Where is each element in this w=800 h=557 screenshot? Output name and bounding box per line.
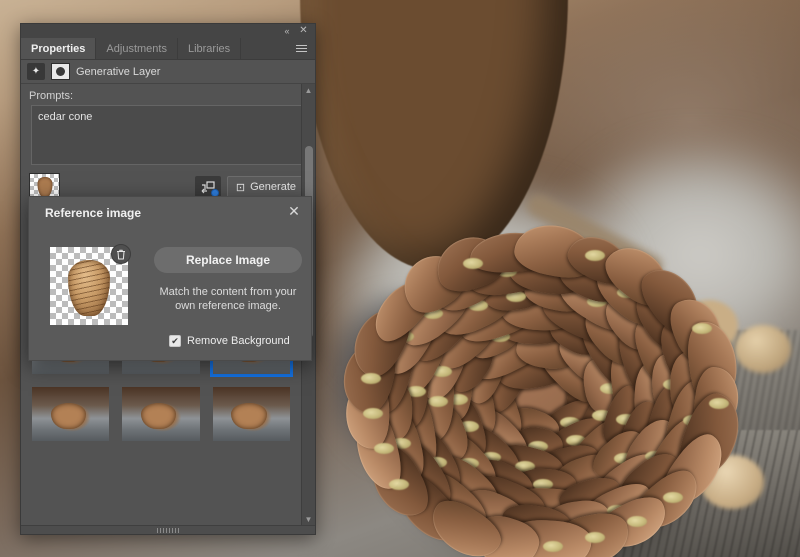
result-thumbnail-image <box>32 387 110 441</box>
pine-cone-resin <box>362 408 383 420</box>
layer-info-row: ✦ Generative Layer <box>21 60 315 84</box>
generate-label: Generate <box>250 181 296 193</box>
panel-resize-grip[interactable] <box>21 525 315 534</box>
result-thumbnail[interactable] <box>29 384 112 444</box>
result-thumbnail[interactable] <box>210 384 293 444</box>
prompt-input[interactable]: cedar cone <box>31 105 305 165</box>
dialog-close-icon[interactable]: ✕ <box>285 202 303 220</box>
pine-cone-resin <box>584 532 605 544</box>
pine-cone-resin <box>662 491 683 503</box>
layer-name-label: Generative Layer <box>76 65 161 78</box>
pine-cone-resin <box>360 372 381 384</box>
generate-button[interactable]: ⊡ Generate <box>226 176 307 198</box>
grip-icon <box>157 527 179 533</box>
remove-background-checkbox-row[interactable]: ✔ Remove Background <box>169 335 290 347</box>
pine-cone-resin <box>373 442 394 454</box>
pine-cone-resin <box>389 478 410 490</box>
app-screen: « ✕ Properties Adjustments Libraries ✦ G… <box>0 0 800 557</box>
pine-cone-resin <box>428 395 449 407</box>
panel-tabs: Properties Adjustments Libraries <box>21 38 315 60</box>
pine-cone-subject <box>336 219 752 557</box>
tab-properties[interactable]: Properties <box>21 38 97 59</box>
tabs-spacer <box>241 38 291 59</box>
reference-image-dialog: Reference image ✕ Replace Image Match th… <box>28 196 312 361</box>
close-icon[interactable]: ✕ <box>297 25 310 37</box>
generate-icon: ⊡ <box>235 181 246 194</box>
reference-thumbnail-content <box>37 177 52 197</box>
pine-cone-resin <box>692 322 713 334</box>
reference-image-button[interactable] <box>194 176 221 198</box>
panel-menu-icon[interactable] <box>291 38 311 59</box>
tab-libraries[interactable]: Libraries <box>178 38 242 59</box>
dialog-title: Reference image <box>45 206 142 220</box>
pine-cone-resin <box>462 257 483 269</box>
dialog-description: Match the content from your own referenc… <box>159 286 297 312</box>
pine-cone-resin <box>542 540 563 552</box>
generative-layer-icon: ✦ <box>27 63 45 80</box>
layer-mask-thumbnail[interactable] <box>51 63 70 80</box>
reference-preview-content <box>68 259 110 316</box>
scroll-down-icon[interactable]: ▼ <box>302 513 315 525</box>
tab-adjustments[interactable]: Adjustments <box>96 38 178 59</box>
collapse-icon[interactable]: « <box>280 25 293 37</box>
scroll-up-icon[interactable]: ▲ <box>302 84 315 96</box>
prompts-label: Prompts: <box>29 90 74 102</box>
delete-reference-icon[interactable] <box>111 244 131 264</box>
replace-image-button[interactable]: Replace Image <box>154 247 302 273</box>
pine-cone-resin <box>708 397 729 409</box>
result-thumbnail-image <box>212 387 290 441</box>
remove-background-checkbox[interactable]: ✔ <box>169 335 181 347</box>
remove-background-label: Remove Background <box>187 335 290 347</box>
panel-titlebar: « ✕ <box>21 24 315 38</box>
reference-image-preview[interactable] <box>50 244 131 325</box>
result-thumbnail-image <box>122 387 200 441</box>
result-thumbnail[interactable] <box>119 384 202 444</box>
trash-icon <box>117 249 125 259</box>
